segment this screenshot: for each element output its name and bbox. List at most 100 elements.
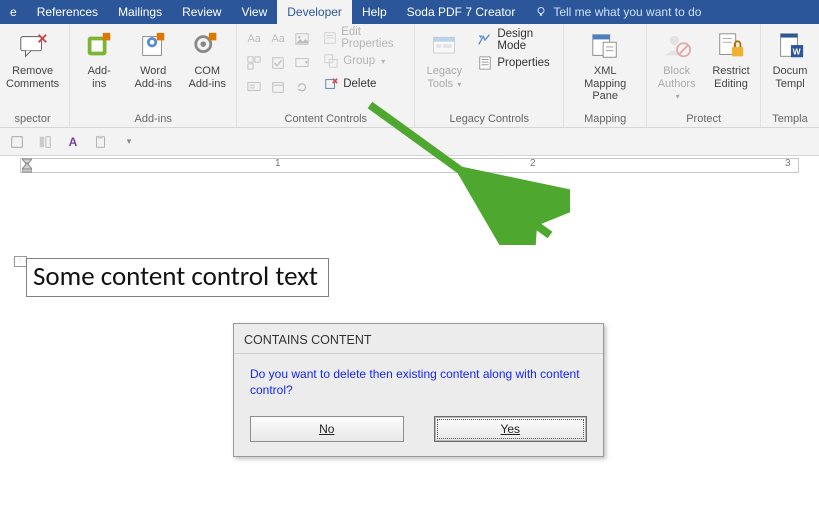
tab-mailings[interactable]: Mailings xyxy=(108,0,172,24)
edit-properties-button[interactable]: Edit Properties xyxy=(321,28,408,48)
qat-item-paste[interactable] xyxy=(92,133,110,151)
cc-buildingblock-icon[interactable] xyxy=(243,52,265,74)
qat-item-letter[interactable]: A xyxy=(64,133,82,151)
group-button[interactable]: Group ▾ xyxy=(321,51,408,71)
chevron-down-icon: ▾ xyxy=(676,92,680,101)
block-authors-icon xyxy=(661,30,693,62)
group-icon xyxy=(323,53,339,69)
dialog-message: Do you want to delete then existing cont… xyxy=(234,354,603,410)
delete-icon xyxy=(323,76,339,92)
legacy-tools-label: Legacy Tools ▾ xyxy=(427,65,462,90)
tell-me-label: Tell me what you want to do xyxy=(553,5,701,19)
content-control-gallery: Aa Aa xyxy=(243,28,313,98)
group-protect: Block Authors ▾ Restrict Editing Protect xyxy=(647,24,761,127)
edit-properties-label: Edit Properties xyxy=(341,26,406,50)
dialog-title: CONTAINS CONTENT xyxy=(234,324,603,353)
group-mapping-label: Mapping xyxy=(570,111,640,125)
delete-label: Delete xyxy=(343,78,376,90)
document-template-label: Docum Templ xyxy=(773,65,808,90)
xml-mapping-icon xyxy=(589,30,621,62)
addins-label: Add- ins xyxy=(88,65,111,90)
lightbulb-icon xyxy=(535,6,547,18)
properties-sheet-icon xyxy=(477,55,493,71)
cc-richtext-icon[interactable]: Aa xyxy=(243,28,265,50)
cc-picture-icon[interactable] xyxy=(291,28,313,50)
design-mode-button[interactable]: Design Mode xyxy=(475,30,557,50)
tell-me-search[interactable]: Tell me what you want to do xyxy=(525,0,711,24)
group-content-controls: Aa Aa Edit Properties xyxy=(237,24,415,127)
group-legacy-controls: Legacy Tools ▾ Design Mode Properties Le… xyxy=(415,24,564,127)
group-inspector: Remove Comments spector xyxy=(0,24,70,127)
dialog-yes-button[interactable]: Yes xyxy=(434,416,588,442)
group-addins: Add- ins Word Add-ins COM Add-ins Add-in… xyxy=(70,24,237,127)
cc-date-icon[interactable] xyxy=(267,76,289,98)
qat-item-1[interactable] xyxy=(8,133,26,151)
document-template-icon: W xyxy=(774,30,806,62)
tab-references[interactable]: References xyxy=(27,0,108,24)
qat-item-2[interactable] xyxy=(36,133,54,151)
tab-help[interactable]: Help xyxy=(352,0,397,24)
indent-marker-icon[interactable] xyxy=(22,155,32,173)
group-addins-label: Add-ins xyxy=(76,111,230,125)
legacy-tools-icon xyxy=(428,30,460,62)
xml-mapping-button[interactable]: XML Mapping Pane xyxy=(570,28,640,105)
remove-comments-button[interactable]: Remove Comments xyxy=(2,28,63,92)
tab-review[interactable]: Review xyxy=(172,0,231,24)
dialog-no-button[interactable]: No xyxy=(250,416,404,442)
addins-button[interactable]: Add- ins xyxy=(76,28,122,92)
xml-mapping-label: XML Mapping Pane xyxy=(574,65,636,103)
properties-label: Properties xyxy=(497,57,549,69)
group-mapping: XML Mapping Pane Mapping xyxy=(564,24,647,127)
com-addins-icon xyxy=(191,30,223,62)
cc-repeating-icon[interactable] xyxy=(291,76,313,98)
content-control-text[interactable]: Some content control text xyxy=(26,258,329,297)
ruler-mark-2: 2 xyxy=(530,158,536,169)
confirm-dialog: CONTAINS CONTENT Do you want to delete t… xyxy=(233,323,604,457)
ruler-mark-1: 1 xyxy=(275,158,281,169)
com-addins-label: COM Add-ins xyxy=(189,65,226,90)
delete-button[interactable]: Delete xyxy=(321,74,408,94)
word-addins-icon xyxy=(137,30,169,62)
design-mode-icon xyxy=(477,32,493,48)
ribbon-tabs: e References Mailings Review View Develo… xyxy=(0,0,819,24)
tab-fragment[interactable]: e xyxy=(0,0,27,24)
tab-developer[interactable]: Developer xyxy=(277,0,352,24)
chevron-down-icon: ▾ xyxy=(381,57,385,66)
group-legacy-label: Legacy Controls xyxy=(421,111,557,125)
tab-soda-pdf[interactable]: Soda PDF 7 Creator xyxy=(397,0,526,24)
word-addins-button[interactable]: Word Add-ins xyxy=(130,28,176,92)
group-inspector-label: spector xyxy=(2,111,63,125)
ribbon: Remove Comments spector Add- ins Word xyxy=(0,24,819,128)
cc-dropdown-icon[interactable] xyxy=(243,76,265,98)
remove-comments-icon xyxy=(17,30,49,62)
svg-text:W: W xyxy=(793,46,801,56)
restrict-editing-label: Restrict Editing xyxy=(712,65,749,90)
restrict-editing-icon xyxy=(715,30,747,62)
group-content-controls-label: Content Controls xyxy=(243,111,408,125)
design-mode-label: Design Mode xyxy=(497,28,555,52)
ruler-mark-3: 3 xyxy=(785,158,791,169)
com-addins-button[interactable]: COM Add-ins xyxy=(184,28,230,92)
horizontal-ruler[interactable]: 1 2 3 xyxy=(0,156,819,176)
cc-plaintext-icon[interactable]: Aa xyxy=(267,28,289,50)
word-addins-label: Word Add-ins xyxy=(135,65,172,90)
group-templates: W Docum Templ Templa xyxy=(761,24,819,127)
block-authors-label: Block Authors ▾ xyxy=(657,65,696,103)
document-template-button[interactable]: W Docum Templ xyxy=(767,28,813,92)
group-label: Group xyxy=(343,55,375,67)
cc-checkbox-icon[interactable] xyxy=(267,52,289,74)
addins-icon xyxy=(83,30,115,62)
group-protect-label: Protect xyxy=(653,111,754,125)
restrict-editing-button[interactable]: Restrict Editing xyxy=(708,28,754,92)
legacy-tools-button[interactable]: Legacy Tools ▾ xyxy=(421,28,467,92)
properties-icon xyxy=(323,30,337,46)
cc-combobox-icon[interactable] xyxy=(291,52,313,74)
qat-dropdown[interactable]: ▾ xyxy=(120,133,138,151)
remove-comments-label: Remove Comments xyxy=(6,65,59,90)
properties-button[interactable]: Properties xyxy=(475,53,557,73)
block-authors-button[interactable]: Block Authors ▾ xyxy=(653,28,700,105)
tab-view[interactable]: View xyxy=(231,0,277,24)
chevron-down-icon: ▾ xyxy=(455,80,461,89)
quick-access-toolbar: A ▾ xyxy=(0,128,819,156)
word-window: e References Mailings Review View Develo… xyxy=(0,0,819,511)
